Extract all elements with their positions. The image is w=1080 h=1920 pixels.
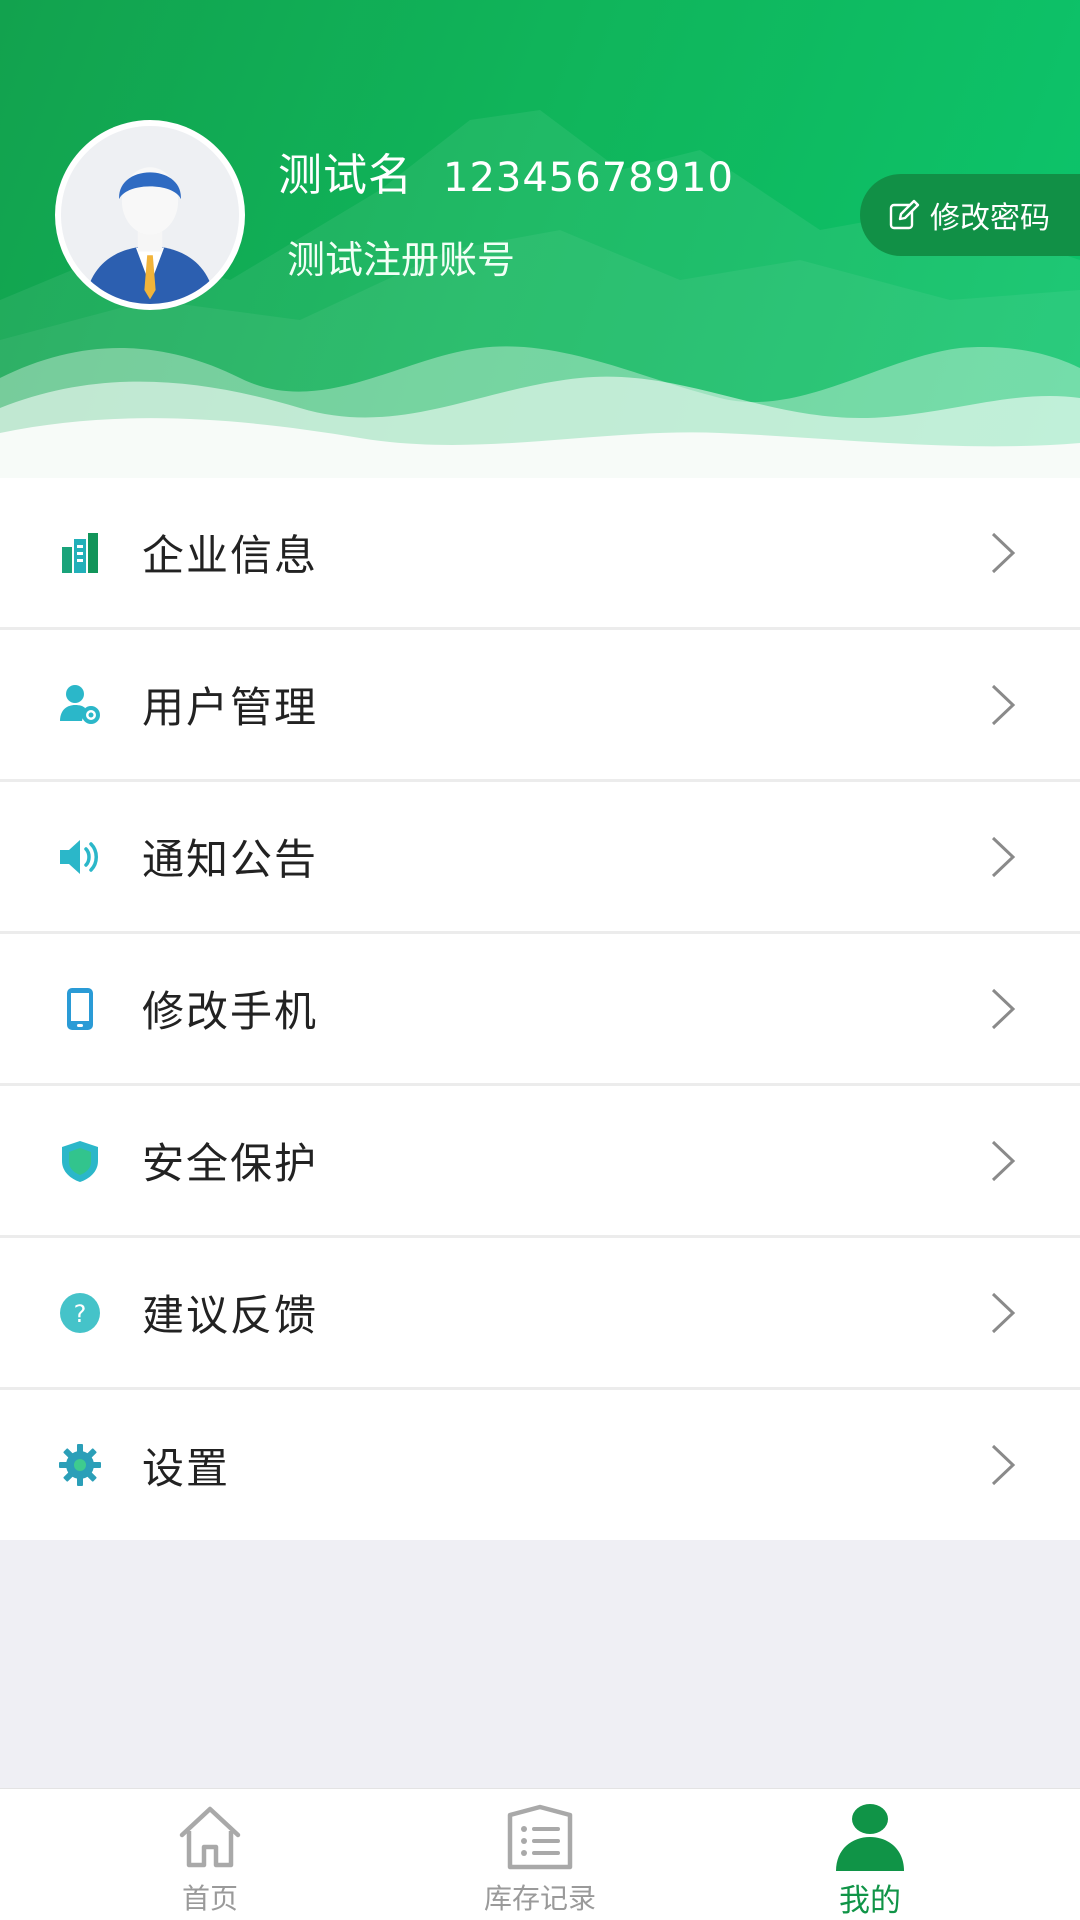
chevron-right-icon <box>991 836 1016 877</box>
tab-mine[interactable]: 我的 <box>750 1789 990 1920</box>
tab-inventory-records[interactable]: 库存记录 <box>420 1789 660 1920</box>
chevron-right-icon <box>991 532 1016 573</box>
chevron-right-icon <box>991 988 1016 1029</box>
menu-item-label: 安全保护 <box>142 1139 319 1188</box>
menu-item-label: 用户管理 <box>142 683 319 732</box>
avatar-illustration <box>61 126 239 304</box>
bottom-tab-bar: 首页 库存记录 我的 <box>0 1788 1080 1920</box>
user-gear-icon <box>58 683 102 727</box>
edit-icon <box>889 199 920 230</box>
question-icon: ? <box>58 1291 102 1335</box>
tab-home-label: 首页 <box>181 1882 238 1915</box>
menu-item-change-phone[interactable]: 修改手机 <box>0 934 1080 1086</box>
menu-item-label: 设置 <box>142 1443 231 1493</box>
home-icon <box>179 1806 241 1868</box>
phone-icon <box>58 987 102 1031</box>
svg-text:?: ? <box>74 1300 87 1328</box>
gear-icon <box>58 1443 102 1487</box>
tab-inventory-records-label: 库存记录 <box>483 1882 596 1915</box>
list-icon <box>507 1804 573 1870</box>
menu-item-company-info[interactable]: 企业信息 <box>0 478 1080 630</box>
chevron-right-icon <box>991 1140 1016 1181</box>
menu-item-feedback[interactable]: ? 建议反馈 <box>0 1238 1080 1390</box>
user-account-label: 测试注册账号 <box>287 238 516 282</box>
menu-item-label: 通知公告 <box>142 835 319 884</box>
shield-icon <box>58 1139 102 1183</box>
user-phone: 12345678910 <box>443 155 734 201</box>
profile-header: 测试名 12345678910 测试注册账号 修改密码 <box>0 0 1080 478</box>
user-name: 测试名 <box>278 150 413 201</box>
menu-item-label: 修改手机 <box>142 987 319 1036</box>
speaker-icon <box>58 835 102 879</box>
user-avatar[interactable] <box>55 120 245 310</box>
settings-menu: 企业信息 用户管理 通知公告 修改手机 安全保护 ? 建议反馈 设置 <box>0 478 1080 1540</box>
building-icon <box>58 531 102 575</box>
menu-item-label: 建议反馈 <box>142 1291 319 1340</box>
menu-item-settings[interactable]: 设置 <box>0 1390 1080 1540</box>
chevron-right-icon <box>991 684 1016 725</box>
tab-mine-label: 我的 <box>839 1883 901 1919</box>
menu-item-label: 企业信息 <box>142 531 319 580</box>
change-password-label: 修改密码 <box>930 201 1050 236</box>
chevron-right-icon <box>991 1292 1016 1333</box>
menu-item-user-management[interactable]: 用户管理 <box>0 630 1080 782</box>
wave-decoration <box>0 346 1080 478</box>
person-icon <box>836 1804 904 1871</box>
chevron-right-icon <box>991 1444 1016 1486</box>
menu-item-security[interactable]: 安全保护 <box>0 1086 1080 1238</box>
tab-home[interactable]: 首页 <box>90 1789 330 1920</box>
change-password-button[interactable]: 修改密码 <box>860 174 1080 256</box>
menu-item-notice[interactable]: 通知公告 <box>0 782 1080 934</box>
